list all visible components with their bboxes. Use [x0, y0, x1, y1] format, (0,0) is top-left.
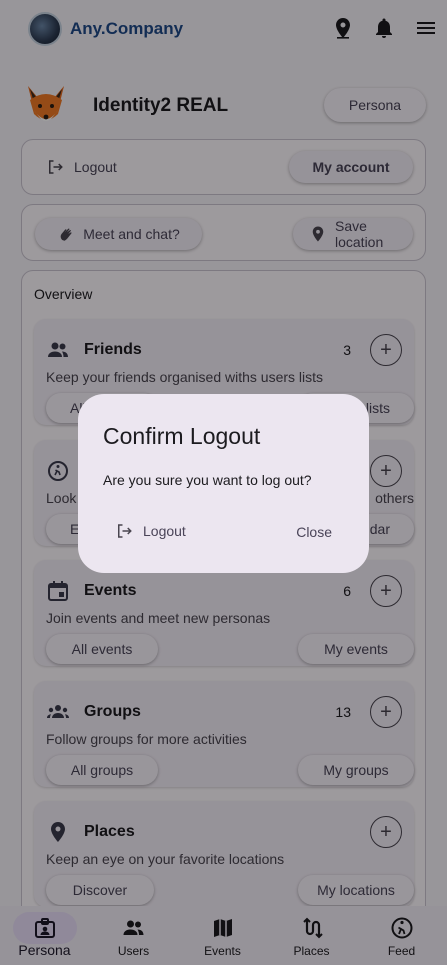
dialog-logout-label: Logout	[143, 523, 186, 539]
confirm-logout-dialog: Confirm Logout Are you sure you want to …	[78, 394, 369, 573]
dialog-message: Are you sure you want to log out?	[103, 472, 312, 488]
dialog-close-button[interactable]: Close	[296, 524, 332, 540]
dialog-logout-button[interactable]: Logout	[115, 522, 186, 540]
logout-icon	[118, 524, 132, 538]
dialog-title: Confirm Logout	[103, 423, 261, 449]
